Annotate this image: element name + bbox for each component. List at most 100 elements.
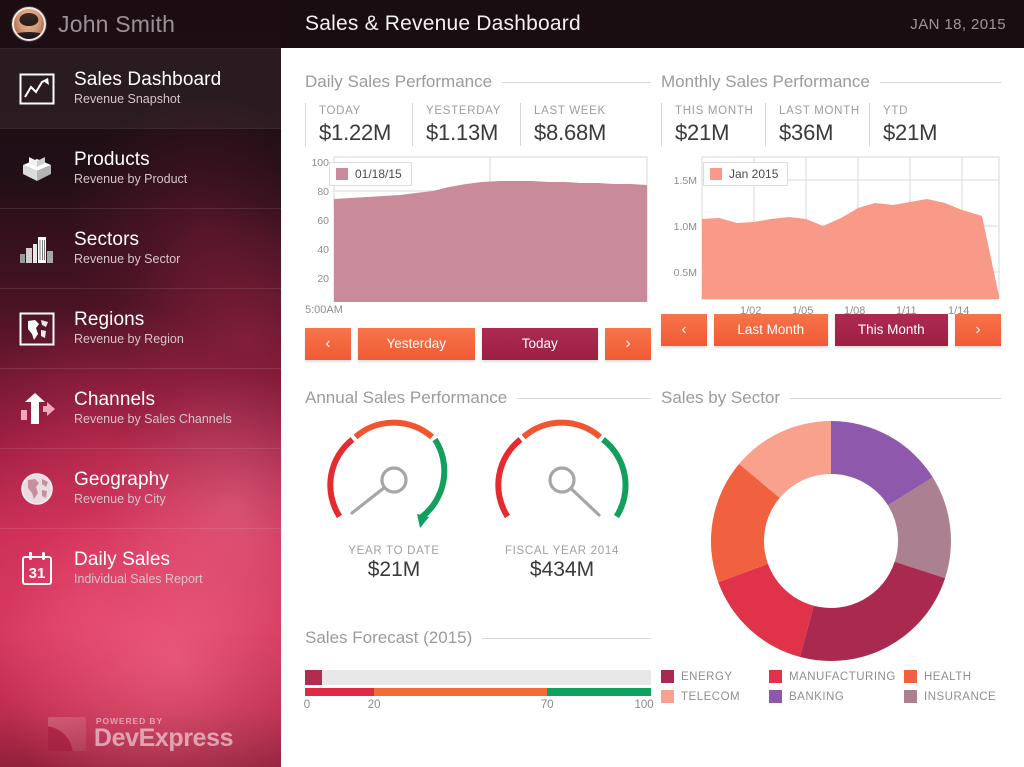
gauge-fiscal-year-2014: FISCAL YEAR 2014 $434M bbox=[487, 418, 637, 582]
legend-swatch bbox=[710, 167, 722, 180]
monthly-sales-chart[interactable]: Jan 2015 1.5M 1.0M 0.5M 1/02 1/05 1/08 1… bbox=[661, 154, 1001, 317]
monthly-x-axis: 1/02 1/05 1/08 1/11 1/14 bbox=[661, 305, 1001, 319]
today-button[interactable]: Today bbox=[481, 327, 598, 360]
current-date: JAN 18, 2015 bbox=[910, 15, 1006, 33]
y-tick-100: 100 bbox=[311, 157, 329, 169]
gauge-band-low bbox=[495, 437, 523, 519]
legend-swatch bbox=[661, 690, 674, 703]
kpi-value: $21M bbox=[675, 120, 730, 146]
legend-item-energy[interactable]: ENERGY bbox=[661, 670, 769, 683]
main-area: Sales & Revenue Dashboard JAN 18, 2015 D… bbox=[281, 0, 1024, 767]
monthly-panel-header: Monthly Sales Performance bbox=[661, 72, 1001, 92]
sidebar-item-channels[interactable]: Channels Revenue by Sales Channels bbox=[0, 368, 281, 448]
sidebar-item-sectors[interactable]: Sectors Revenue by Sector bbox=[0, 208, 281, 288]
buildings-icon bbox=[14, 226, 60, 272]
sidebar-item-geography[interactable]: Geography Revenue by City bbox=[0, 448, 281, 528]
monthly-kpi-row: THIS MONTH $21M LAST MONTH $36M YTD $21M bbox=[661, 103, 1001, 146]
arrows-up-right-icon bbox=[14, 386, 60, 432]
legend-swatch bbox=[336, 167, 348, 180]
y-tick-40: 40 bbox=[317, 244, 329, 256]
scale-tick-100: 100 bbox=[634, 699, 654, 711]
legend-label: 01/18/15 bbox=[355, 166, 402, 181]
y-tick-1-5m: 1.5M bbox=[674, 175, 697, 187]
forecast-panel-title: Sales Forecast (2015) bbox=[305, 628, 473, 647]
sector-panel-header: Sales by Sector bbox=[661, 388, 1001, 408]
donut-chart-container[interactable] bbox=[661, 416, 1001, 666]
next-day-button[interactable]: › bbox=[605, 327, 651, 360]
sector-donut-svg bbox=[710, 421, 952, 661]
legend-item-banking[interactable]: BANKING bbox=[769, 690, 904, 703]
yesterday-button[interactable]: Yesterday bbox=[358, 327, 475, 360]
open-box-icon bbox=[14, 146, 60, 192]
scale-tick-0: 0 bbox=[303, 699, 311, 711]
annual-panel-header: Annual Sales Performance bbox=[305, 388, 651, 408]
sidebar-item-title: Daily Sales bbox=[74, 549, 171, 571]
gauge-band-high bbox=[601, 437, 629, 519]
user-profile[interactable]: John Smith bbox=[0, 0, 281, 48]
sidebar-item-subtitle: Revenue by Region bbox=[74, 331, 184, 346]
svg-text:31: 31 bbox=[29, 565, 46, 582]
donut-slice-manufacturing bbox=[718, 563, 814, 657]
legend-swatch bbox=[769, 690, 782, 703]
legend-item-telecom[interactable]: TELECOM bbox=[661, 690, 769, 703]
dashboard-content: Daily Sales Performance TODAY $1.22M YES… bbox=[281, 48, 1024, 767]
kpi-value: $36M bbox=[779, 120, 834, 146]
forecast-bullet-gauge: 0 20 70 100 bbox=[303, 670, 654, 715]
daily-kpi-row: TODAY $1.22M YESTERDAY $1.13M LAST WEEK … bbox=[305, 103, 651, 146]
range-band-mid bbox=[374, 688, 548, 696]
dashboard-app: John Smith Sales Dashboard Revenue Snaps… bbox=[0, 0, 1024, 767]
chevron-right-icon: › bbox=[625, 334, 631, 352]
daily-sales-chart[interactable]: 01/18/15 100 80 60 40 20 5:00AM bbox=[305, 154, 651, 316]
sidebar-item-title: Channels bbox=[74, 389, 156, 411]
y-tick-60: 60 bbox=[317, 215, 329, 227]
y-tick-1-0m: 1.0M bbox=[674, 221, 697, 233]
chevron-right-icon: › bbox=[975, 320, 981, 338]
sidebar-item-subtitle: Revenue Snapshot bbox=[74, 91, 181, 106]
sales-forecast-panel: Sales Forecast (2015) 0 20 70 100 bbox=[303, 628, 654, 715]
sidebar-item-subtitle: Revenue by Sector bbox=[74, 251, 181, 266]
daily-panel-header: Daily Sales Performance bbox=[305, 72, 651, 92]
sidebar-item-title: Products bbox=[74, 149, 150, 171]
daily-nav-buttons: ‹ Yesterday Today › bbox=[305, 327, 651, 360]
sidebar-item-subtitle: Revenue by Sales Channels bbox=[74, 411, 232, 426]
previous-day-button[interactable]: ‹ bbox=[305, 327, 351, 360]
monthly-chart-legend: Jan 2015 bbox=[703, 161, 789, 186]
sidebar-item-sales-dashboard[interactable]: Sales Dashboard Revenue Snapshot bbox=[0, 48, 281, 128]
divider bbox=[517, 397, 651, 399]
daily-sales-panel: Daily Sales Performance TODAY $1.22M YES… bbox=[305, 72, 651, 360]
monthly-panel-title: Monthly Sales Performance bbox=[661, 72, 870, 91]
legend-label: MANUFACTURING bbox=[789, 670, 896, 683]
forecast-panel-header: Sales Forecast (2015) bbox=[305, 628, 651, 648]
sales-by-sector-panel: Sales by Sector ENERGY MANUFACTURING HEA… bbox=[661, 388, 1001, 703]
legend-swatch bbox=[904, 670, 917, 683]
kpi-label: TODAY bbox=[319, 105, 362, 117]
kpi-value: $8.68M bbox=[534, 120, 607, 146]
gauge-year-to-date: YEAR TO DATE $21M bbox=[319, 418, 469, 582]
x-tick-3: 1/11 bbox=[896, 304, 917, 317]
legend-item-health[interactable]: HEALTH bbox=[904, 670, 1001, 683]
gauge-hub bbox=[380, 466, 408, 494]
x-axis-label: 5:00AM bbox=[305, 303, 343, 316]
divider bbox=[502, 81, 651, 83]
sidebar-item-daily-sales[interactable]: 31 Daily Sales Individual Sales Report bbox=[0, 528, 281, 608]
sector-panel-title: Sales by Sector bbox=[661, 388, 781, 407]
brand-name: DevExpress bbox=[93, 723, 234, 752]
avatar bbox=[12, 7, 46, 41]
kpi-today: TODAY $1.22M bbox=[305, 103, 412, 146]
legend-item-manufacturing[interactable]: MANUFACTURING bbox=[769, 670, 904, 683]
kpi-yesterday: YESTERDAY $1.13M bbox=[412, 103, 520, 146]
legend-item-insurance[interactable]: INSURANCE bbox=[904, 690, 1001, 703]
gauge-value: $434M bbox=[529, 558, 595, 581]
daily-area-series bbox=[334, 180, 647, 302]
legend-label: Jan 2015 bbox=[729, 166, 779, 181]
gauge-band-mid bbox=[353, 419, 434, 440]
x-tick-4: 1/14 bbox=[948, 304, 970, 317]
kpi-last-week: LAST WEEK $8.68M bbox=[520, 103, 630, 146]
gauge-label: FISCAL YEAR 2014 bbox=[504, 545, 620, 557]
sidebar-item-products[interactable]: Products Revenue by Product bbox=[0, 128, 281, 208]
world-map-framed-icon bbox=[14, 306, 60, 352]
gauge-value: $21M bbox=[367, 558, 421, 581]
sidebar-item-regions[interactable]: Regions Revenue by Region bbox=[0, 288, 281, 368]
legend-label: BANKING bbox=[789, 690, 845, 703]
annual-panel-title: Annual Sales Performance bbox=[305, 388, 508, 407]
